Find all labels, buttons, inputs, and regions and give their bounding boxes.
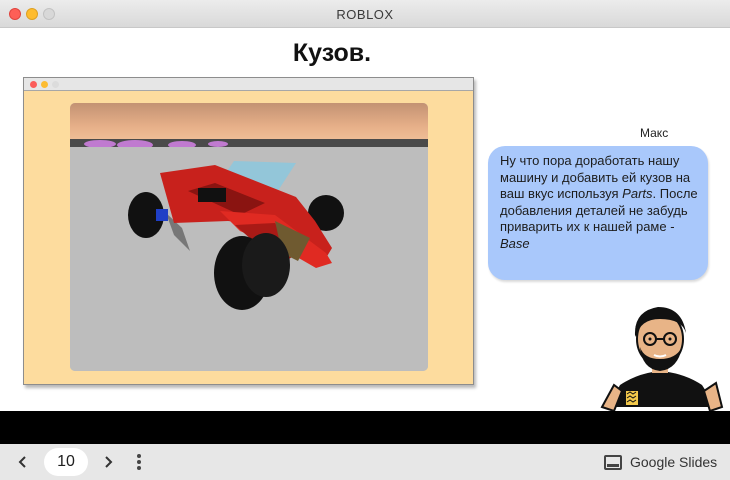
window-titlebar: ROBLOX: [0, 0, 730, 28]
slide-title: Кузов.: [292, 39, 372, 67]
page-number-input[interactable]: 10: [44, 448, 88, 476]
mini-window-bar: [24, 78, 473, 91]
more-vert-icon[interactable]: [134, 453, 144, 471]
chevron-left-icon[interactable]: [14, 453, 32, 471]
window-title: ROBLOX: [336, 7, 394, 22]
google-slides-link[interactable]: Google Slides: [630, 454, 717, 470]
screenshot-frame: [23, 77, 474, 385]
bubble-em-base: Base: [500, 235, 530, 251]
bubble-em-parts: Parts: [622, 186, 653, 201]
slides-icon[interactable]: [604, 455, 622, 470]
mini-zoom-icon: [52, 81, 59, 88]
car-scene-image: [70, 103, 428, 371]
letterbox-bar: [0, 411, 730, 444]
mentor-avatar: [600, 307, 724, 411]
speech-bubble: Ну что пора доработать нашу машину и доб…: [488, 146, 708, 280]
mini-minimize-icon: [41, 81, 48, 88]
mini-close-icon: [30, 81, 37, 88]
slide-canvas: Кузов. Макс Ну что пора доработать нашу …: [0, 29, 730, 411]
roblox-car-screenshot: [70, 103, 428, 371]
chevron-right-icon[interactable]: [99, 453, 117, 471]
speaker-name: Макс: [640, 126, 669, 140]
slides-toolbar: 10 Google Slides: [0, 444, 730, 480]
